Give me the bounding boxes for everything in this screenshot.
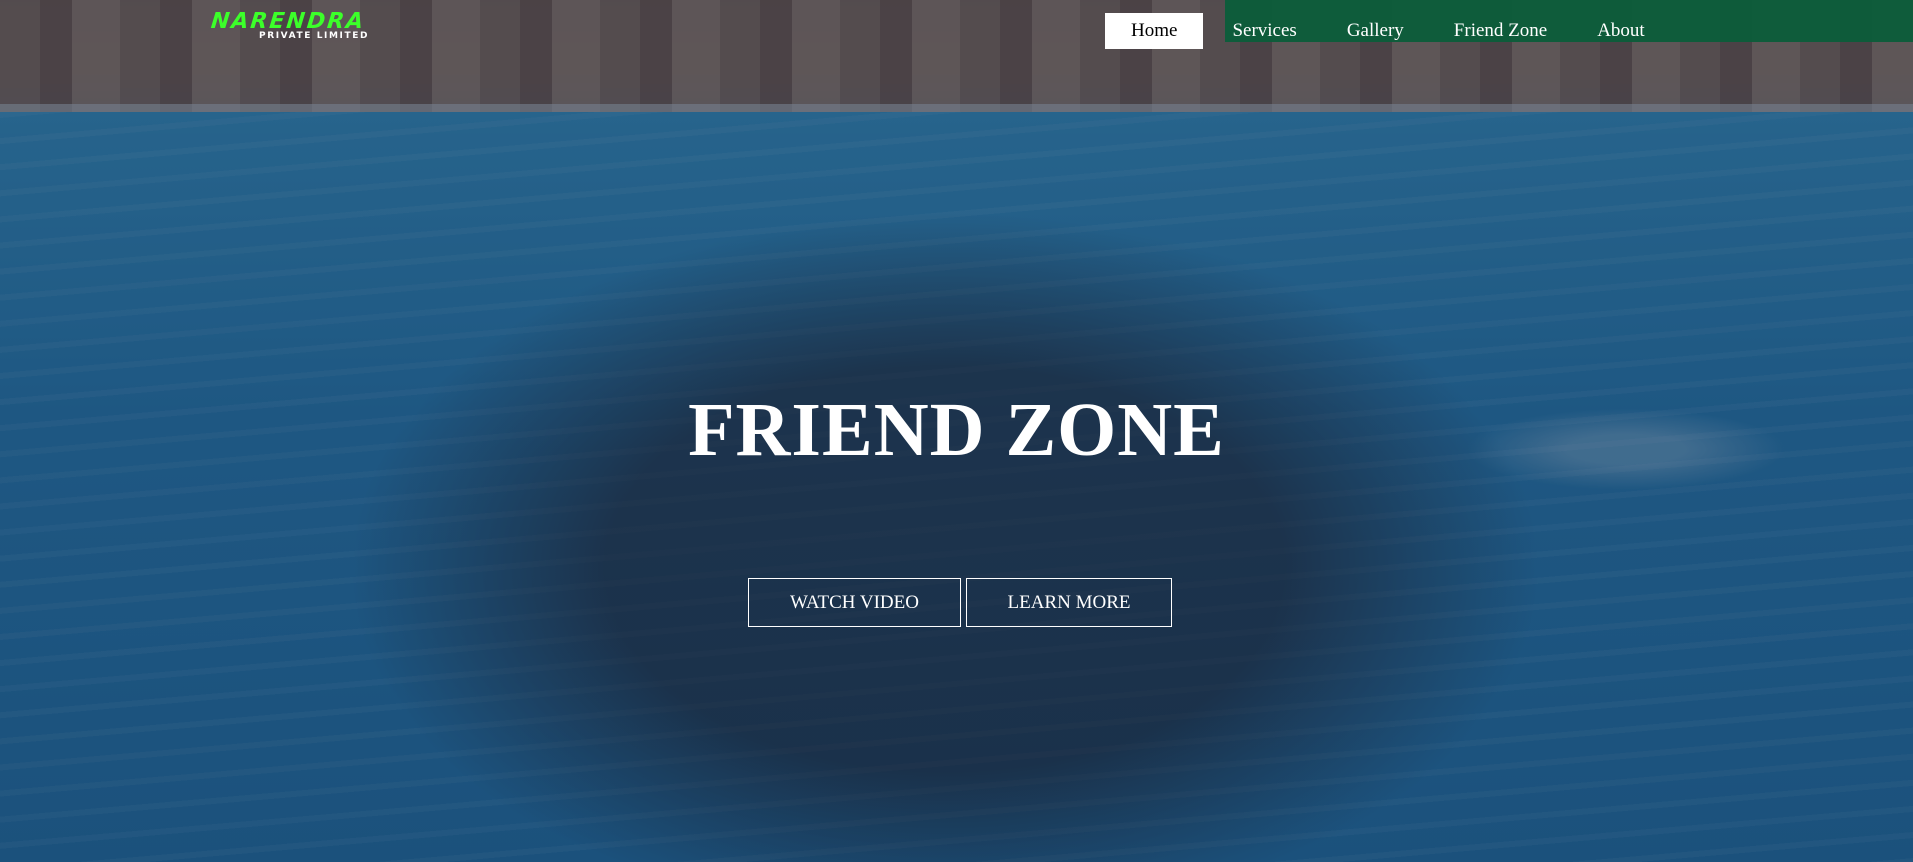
brand-tagline: PRIVATE LIMITED xyxy=(259,31,370,41)
hero-title: FRIEND ZONE xyxy=(688,388,1225,472)
main-nav: Home Services Gallery Friend Zone About xyxy=(1105,13,1670,49)
nav-item-gallery[interactable]: Gallery xyxy=(1322,13,1429,49)
learn-more-button[interactable]: LEARN MORE xyxy=(966,578,1172,627)
hero-section: NARENDRA PRIVATE LIMITED Home Services G… xyxy=(0,0,1913,862)
nav-item-services[interactable]: Services xyxy=(1207,13,1321,49)
watch-video-button[interactable]: WATCH VIDEO xyxy=(748,578,961,627)
brand-logo[interactable]: NARENDRA PRIVATE LIMITED xyxy=(209,9,401,43)
nav-item-about[interactable]: About xyxy=(1572,13,1670,49)
nav-item-friend-zone[interactable]: Friend Zone xyxy=(1429,13,1572,49)
nav-item-home[interactable]: Home xyxy=(1105,13,1204,49)
brand-name: NARENDRA xyxy=(209,9,367,34)
